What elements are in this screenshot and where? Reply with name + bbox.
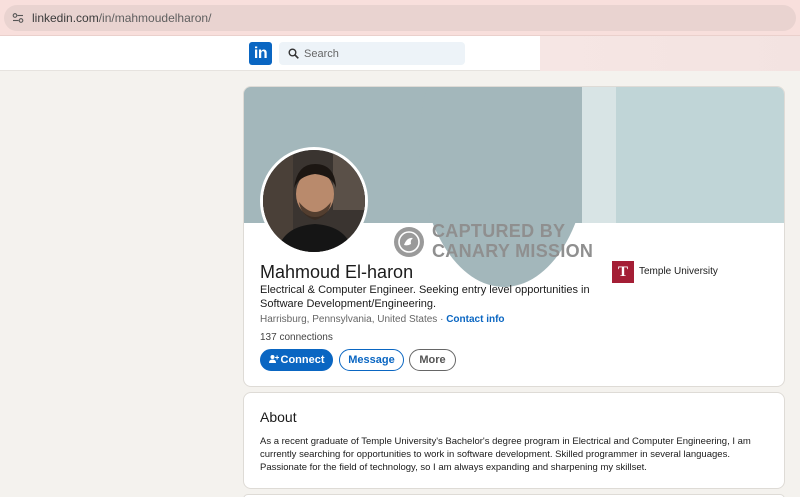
linkedin-logo-icon[interactable]: in — [249, 42, 272, 65]
url-text: linkedin.com/in/mahmoudelharon/ — [32, 11, 211, 25]
top-navigation: in — [0, 36, 800, 71]
search-box[interactable] — [279, 42, 465, 65]
connections-count[interactable]: 137 connections — [260, 332, 333, 343]
about-section: About As a recent graduate of Temple Uni… — [243, 392, 785, 489]
add-person-icon — [268, 355, 279, 363]
watermark-text: CAPTURED BY CANARY MISSION — [432, 221, 593, 261]
connect-button[interactable]: Connect — [260, 349, 333, 371]
url-host: linkedin.com — [32, 11, 99, 25]
separator: · — [437, 314, 447, 325]
watermark-line-1: CAPTURED BY — [432, 221, 566, 241]
watermark-line-2: CANARY MISSION — [432, 241, 594, 261]
more-button[interactable]: More — [409, 349, 456, 371]
contact-info-link[interactable]: Contact info — [446, 314, 504, 325]
profile-location: Harrisburg, Pennsylvania, United States — [260, 314, 438, 325]
profile-location-line: Harrisburg, Pennsylvania, United States … — [260, 314, 505, 325]
education-school: Temple University — [639, 266, 718, 277]
profile-name: Mahmoud El-haron — [260, 262, 414, 282]
profile-photo-image — [263, 150, 365, 252]
nav-right-area — [540, 36, 800, 71]
bird-icon — [394, 227, 424, 257]
about-title: About — [260, 409, 297, 425]
watermark: CAPTURED BY CANARY MISSION — [394, 221, 594, 263]
profile-card: CAPTURED BY CANARY MISSION Mahmoud El-ha… — [243, 86, 785, 387]
url-field[interactable]: linkedin.com/in/mahmoudelharon/ — [4, 5, 796, 31]
about-text: As a recent graduate of Temple Universit… — [260, 436, 751, 473]
url-path: /in/mahmoudelharon/ — [98, 11, 212, 25]
banner-stripe — [582, 87, 616, 223]
site-settings-icon[interactable] — [12, 12, 24, 24]
connect-label: Connect — [280, 354, 325, 366]
profile-headline: Electrical & Computer Engineer. Seeking … — [260, 284, 590, 310]
temple-university-logo-icon: T — [612, 261, 634, 283]
profile-photo[interactable] — [260, 147, 368, 255]
search-input[interactable] — [304, 42, 459, 65]
browser-address-bar: linkedin.com/in/mahmoudelharon/ — [0, 0, 800, 36]
message-button[interactable]: Message — [339, 349, 404, 371]
search-icon — [288, 48, 299, 59]
